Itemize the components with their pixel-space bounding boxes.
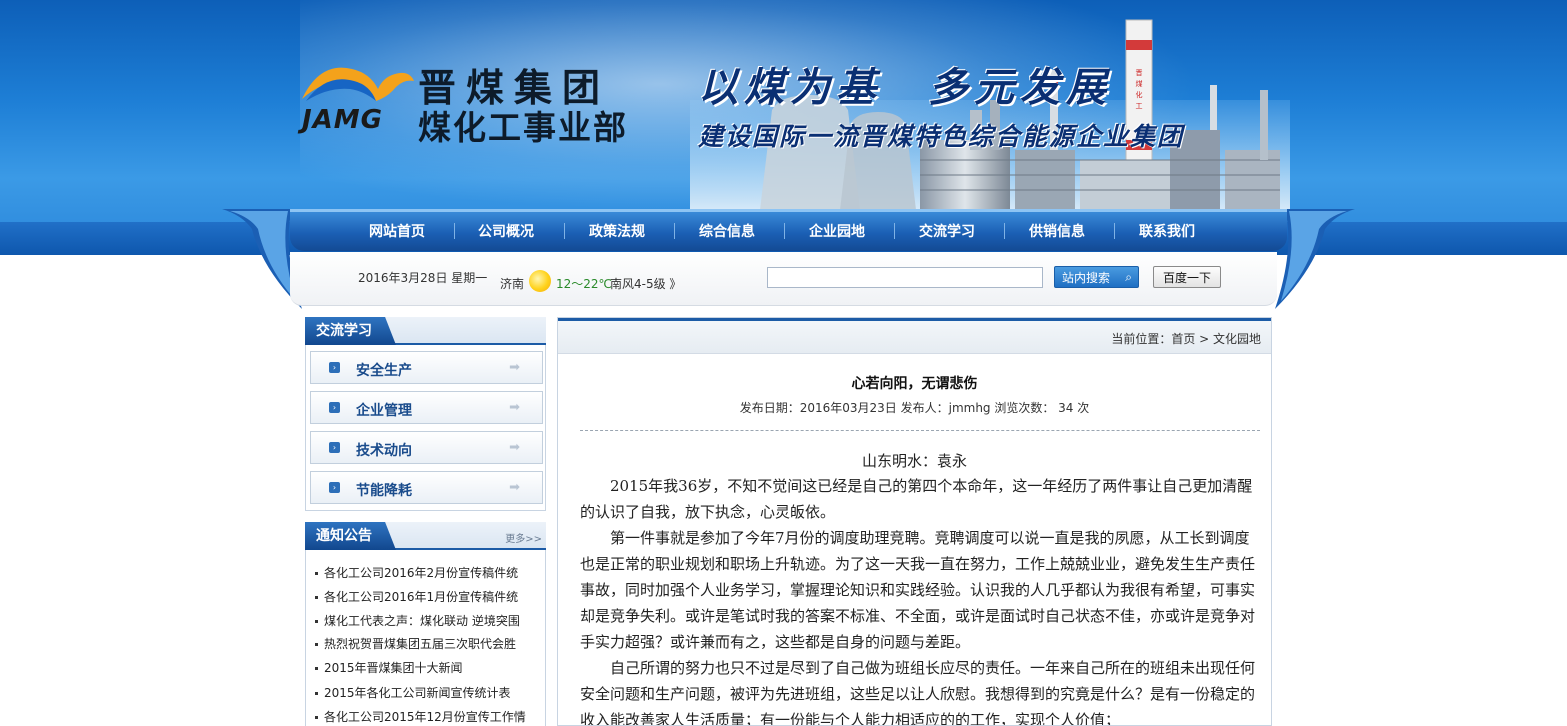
nav-separator [564,223,565,239]
article-paragraph: 第一件事就是参加了今年7月份的调度助理竞聘。竞聘调度可以说一直是我的夙愿，从工长… [580,529,1256,651]
baidu-search-button[interactable]: 百度一下 [1153,266,1221,288]
bullet-icon [315,620,318,623]
bullet-icon [315,667,318,670]
weather-wind[interactable]: 南风4-5级 》 [610,275,681,292]
header-accent-bar [558,318,1271,321]
notice-item[interactable]: 2015年各化工公司新闻宣传统计表 [315,684,541,701]
site-search-button[interactable]: 站内搜索 ⌕ [1054,266,1139,288]
sunny-weather-icon [529,270,551,292]
chevron-right-icon: › [329,362,340,373]
study-item-safety[interactable]: › 安全生产 ➡ [310,351,543,384]
slogan-main: 以煤为基 多元发展 [698,64,1112,111]
notice-list: 各化工公司2016年2月份宣传稿件统 各化工公司2016年1月份宣传稿件统 煤化… [305,550,546,726]
study-item-energy-saving[interactable]: › 节能降耗 ➡ [310,471,543,504]
nav-company-profile[interactable]: 公司概况 [478,221,534,241]
weather-temperature: 12～22℃ [556,277,613,291]
study-item-management[interactable]: › 企业管理 ➡ [310,391,543,424]
arrow-right-icon: ➡ [509,400,520,415]
chevron-right-icon: › [329,402,340,413]
nav-home[interactable]: 网站首页 [369,221,425,241]
nav-bar [290,209,1287,251]
nav-separator [674,223,675,239]
article-panel: 当前位置：首页 > 文化园地 心若向阳，无谓悲伤 发布日期：2016年03月23… [557,317,1272,726]
study-item-label: 节能降耗 [356,483,412,499]
svg-text:化: 化 [1136,90,1143,99]
bullet-icon [315,692,318,695]
nav-separator [894,223,895,239]
slogan-sub: 建设国际一流晋煤特色综合能源企业集团 [698,122,1185,151]
bullet-icon [315,596,318,599]
logo-chinese-division: 煤化工事业部 [418,108,628,147]
nav-separator [454,223,455,239]
notice-item[interactable]: 热烈祝贺晋煤集团五届三次职代会胜 [315,635,541,652]
notice-more-link[interactable]: 更多>> [505,530,542,545]
article-title: 心若向阳，无谓悲伤 [851,376,978,392]
nav-enterprise-garden[interactable]: 企业园地 [809,221,865,241]
site-search-label: 站内搜索 [1062,270,1111,285]
arrow-right-icon: ➡ [509,480,520,495]
current-date: 2016年3月28日 星期一 [358,271,488,285]
study-category-list: › 安全生产 ➡ › 企业管理 ➡ › 技术动向 ➡ › 节能降耗 ➡ [305,345,546,511]
nav-separator [1004,223,1005,239]
article-meta: 发布日期：2016年03月23日 发布人：jmmhg 浏览次数： 34 次 [739,401,1090,415]
weather-city: 济南 [500,277,525,291]
article-paragraph: 自己所谓的努力也只不过是尽到了自己做为班组长应尽的责任。一年来自己所在的班组未出… [580,659,1256,726]
nav-supply-info[interactable]: 供销信息 [1029,221,1085,241]
nav-right-wing [1275,209,1355,309]
breadcrumb[interactable]: 当前位置：首页 > 文化园地 [1111,330,1261,347]
nav-contact-us[interactable]: 联系我们 [1139,221,1195,241]
bullet-icon [315,643,318,646]
notice-panel-title: 通知公告 [305,522,396,550]
svg-text:晋: 晋 [1136,69,1143,77]
svg-text:工: 工 [1136,102,1143,110]
article-byline: 山东明水：袁永 [861,452,967,470]
notice-item[interactable]: 各化工公司2016年1月份宣传稿件统 [315,588,541,605]
logo-english-abbr: JAMG [302,105,384,135]
arrow-right-icon: ➡ [509,360,520,375]
logo-wave-icon [302,67,414,101]
study-item-tech-trends[interactable]: › 技术动向 ➡ [310,431,543,464]
divider [580,430,1260,431]
bullet-icon [315,716,318,719]
study-item-label: 企业管理 [356,403,412,419]
nav-policies[interactable]: 政策法规 [589,221,645,241]
nav-separator [784,223,785,239]
chevron-right-icon: › [329,482,340,493]
arrow-right-icon: ➡ [509,440,520,455]
article-paragraph: 2015年我36岁，不知不觉间这已经是自己的第四个本命年，这一年经历了两件事让自… [580,477,1253,521]
notice-item[interactable]: 各化工公司2015年12月份宣传工作情 [315,708,541,725]
nav-exchange-learning[interactable]: 交流学习 [919,221,975,241]
study-item-label: 技术动向 [356,443,412,459]
notice-item[interactable]: 2015年晋煤集团十大新闻 [315,659,541,676]
company-logo[interactable]: 晋煤集团 煤化工事业部 JAMG [300,55,640,147]
bullet-icon [315,572,318,575]
notice-item[interactable]: 煤化工代表之声：煤化联动 逆境突围 [315,612,541,629]
search-icon: ⌕ [1125,270,1132,284]
notice-panel-header: 通知公告 更多>> [305,522,546,550]
chevron-right-icon: › [329,442,340,453]
study-panel-header: 交流学习 [305,317,546,345]
notice-item[interactable]: 各化工公司2016年2月份宣传稿件统 [315,564,541,581]
study-panel-title: 交流学习 [305,317,396,345]
study-item-label: 安全生产 [356,363,412,379]
nav-separator [1114,223,1115,239]
nav-general-info[interactable]: 综合信息 [699,221,755,241]
svg-text:煤: 煤 [1136,79,1143,88]
article-panel-header: 当前位置：首页 > 文化园地 [558,318,1271,354]
search-input[interactable] [767,267,1043,288]
